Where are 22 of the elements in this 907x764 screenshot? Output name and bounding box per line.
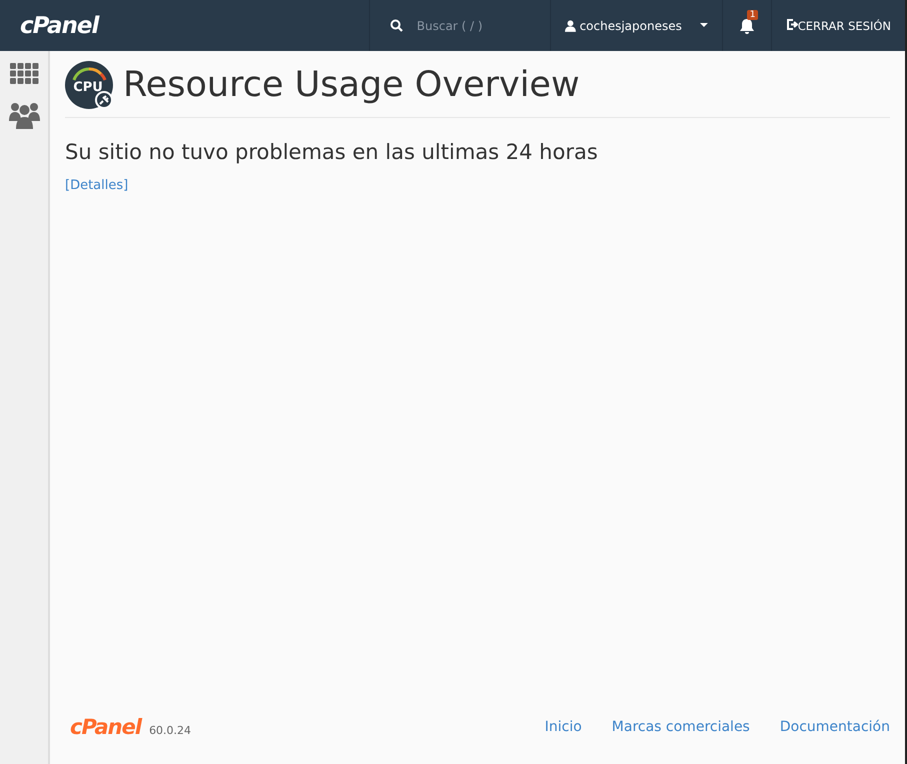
status-message: Su sitio no tuvo problemas en las ultimas 24 horas (65, 140, 599, 164)
bell-icon (738, 18, 755, 34)
footer-link[interactable]: Marcas comerciales (612, 719, 750, 735)
footer-link[interactable]: Inicio (544, 719, 582, 735)
cpanel-logo: cPanel (70, 715, 142, 739)
search-icon (390, 19, 403, 32)
notifications-button[interactable]: 1 (722, 0, 771, 51)
logout-button[interactable]: CERRAR SESIÓN (770, 0, 905, 51)
details-link[interactable]: [Detalles] (65, 178, 128, 193)
footer-link[interactable]: Documentación (780, 719, 890, 735)
caret-icon (700, 23, 708, 28)
user-icon (564, 20, 576, 32)
cpanel-logo[interactable]: cPanel (20, 12, 98, 38)
logout-icon (786, 18, 798, 30)
user-menu[interactable]: cochesjaponeses (550, 0, 722, 51)
users-icon[interactable] (8, 101, 40, 129)
page-title: Resource Usage Overview (123, 65, 580, 105)
search-field[interactable]: Buscar ( / ) (414, 18, 529, 34)
cpu-gauge-icon: CPU (65, 61, 113, 109)
apps-grid-icon[interactable] (10, 63, 38, 85)
notification-count: 1 (746, 10, 758, 20)
version-number: 60.0.24 (149, 724, 192, 736)
